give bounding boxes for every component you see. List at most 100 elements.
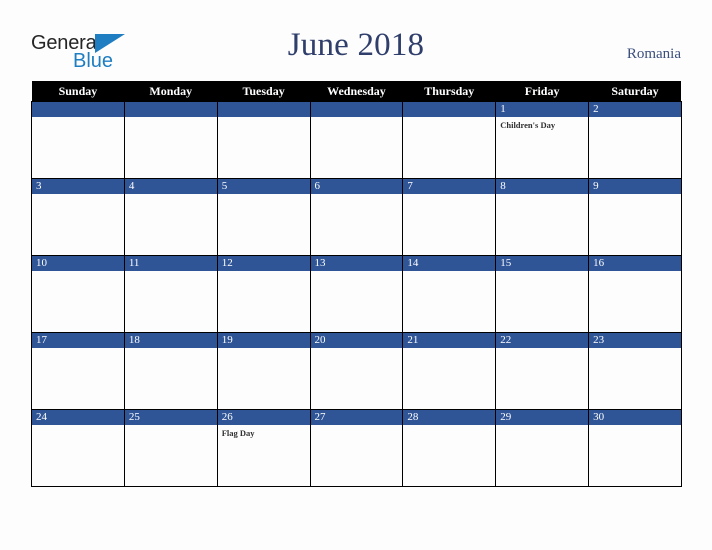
calendar-day-cell[interactable]: 28	[402, 409, 497, 487]
day-number: 9	[589, 179, 681, 194]
calendar-empty-cell	[216, 101, 311, 179]
day-number: 2	[589, 102, 681, 117]
day-number: 14	[403, 256, 496, 271]
calendar-week-row: 3456789	[31, 178, 682, 256]
day-number	[217, 102, 310, 117]
day-number: 30	[589, 410, 681, 425]
day-events	[403, 348, 495, 409]
day-events	[32, 348, 124, 409]
day-events	[311, 194, 403, 255]
day-events	[32, 425, 124, 486]
day-events	[311, 348, 403, 409]
event-label: Flag Day	[221, 428, 255, 438]
day-number: 29	[496, 410, 589, 425]
weekday-header-sunday: Sunday	[31, 81, 125, 102]
calendar-day-cell[interactable]: 25	[123, 409, 218, 487]
day-events	[496, 425, 588, 486]
calendar-day-cell[interactable]: 17	[31, 332, 125, 410]
calendar-day-cell[interactable]: 19	[216, 332, 311, 410]
weekday-header-monday: Monday	[124, 81, 218, 102]
weekday-header-saturday: Saturday	[588, 81, 682, 102]
day-events	[218, 117, 310, 178]
day-events	[32, 117, 124, 178]
day-events	[589, 194, 681, 255]
day-events	[589, 348, 681, 409]
day-events	[125, 425, 217, 486]
day-number	[32, 102, 124, 117]
day-events: Children's Day	[496, 117, 588, 178]
calendar-day-cell[interactable]: 4	[123, 178, 218, 256]
day-number: 18	[124, 333, 217, 348]
day-events	[403, 194, 495, 255]
day-number: 23	[589, 333, 681, 348]
day-events	[403, 425, 495, 486]
day-number: 22	[496, 333, 589, 348]
calendar-day-cell[interactable]: 23	[588, 332, 682, 410]
day-events	[496, 271, 588, 332]
calendar-day-cell[interactable]: 8	[495, 178, 590, 256]
event-label: Children's Day	[500, 120, 556, 130]
day-events	[218, 271, 310, 332]
day-number: 20	[310, 333, 403, 348]
calendar-day-cell[interactable]: 20	[309, 332, 404, 410]
calendar-day-cell[interactable]: 30	[588, 409, 682, 487]
day-number: 25	[124, 410, 217, 425]
day-events	[311, 271, 403, 332]
day-number	[124, 102, 217, 117]
day-number: 4	[124, 179, 217, 194]
calendar-day-cell[interactable]: 3	[31, 178, 125, 256]
day-number: 16	[589, 256, 681, 271]
day-events	[496, 194, 588, 255]
calendar-day-cell[interactable]: 22	[495, 332, 590, 410]
calendar-day-cell[interactable]: 18	[123, 332, 218, 410]
calendar-day-cell[interactable]: 13	[309, 255, 404, 333]
calendar-day-cell[interactable]: 6	[309, 178, 404, 256]
calendar-empty-cell	[402, 101, 497, 179]
calendar-day-cell[interactable]: 9	[588, 178, 682, 256]
day-events	[589, 271, 681, 332]
day-number: 13	[310, 256, 403, 271]
calendar-day-cell[interactable]: 15	[495, 255, 590, 333]
calendar-empty-cell	[123, 101, 218, 179]
calendar-day-cell[interactable]: 12	[216, 255, 311, 333]
day-events	[589, 425, 681, 486]
calendar-day-cell[interactable]: 10	[31, 255, 125, 333]
page-title: June 2018	[287, 27, 425, 63]
day-number: 26	[217, 410, 310, 425]
calendar-day-cell[interactable]: 21	[402, 332, 497, 410]
calendar-day-cell[interactable]: 5	[216, 178, 311, 256]
country-label: Romania	[626, 46, 681, 62]
day-number: 19	[217, 333, 310, 348]
day-number: 15	[496, 256, 589, 271]
day-number: 12	[217, 256, 310, 271]
calendar-grid: Sunday Monday Tuesday Wednesday Thursday…	[31, 81, 682, 487]
day-number: 1	[496, 102, 589, 117]
day-number	[310, 102, 403, 117]
calendar-day-cell[interactable]: 29	[495, 409, 590, 487]
weekday-header-row: Sunday Monday Tuesday Wednesday Thursday…	[31, 81, 682, 102]
calendar-day-cell[interactable]: 27	[309, 409, 404, 487]
calendar-week-row: 1 Children's Day 2	[31, 101, 682, 179]
calendar-day-cell[interactable]: 7	[402, 178, 497, 256]
weekday-header-wednesday: Wednesday	[310, 81, 403, 102]
day-number: 10	[32, 256, 124, 271]
calendar-day-cell[interactable]: 24	[31, 409, 125, 487]
day-events	[311, 425, 403, 486]
calendar-week-row: 17 18 19 20 21 22 23	[31, 332, 682, 410]
day-number: 7	[403, 179, 496, 194]
calendar-day-cell[interactable]: 2	[588, 101, 682, 179]
day-number: 5	[217, 179, 310, 194]
calendar-day-cell[interactable]: 1 Children's Day	[495, 101, 590, 179]
calendar-day-cell[interactable]: 14	[402, 255, 497, 333]
day-events: Flag Day	[218, 425, 310, 486]
day-number: 21	[403, 333, 496, 348]
calendar-day-cell[interactable]: 16	[588, 255, 682, 333]
calendar-day-cell[interactable]: 11	[123, 255, 218, 333]
calendar-week-row: 10 11 12 13 14 15 16	[31, 255, 682, 333]
day-number: 27	[310, 410, 403, 425]
day-number: 6	[310, 179, 403, 194]
calendar-week-row: 24 25 26 Flag Day 27 28 29 30	[31, 409, 682, 487]
day-events	[125, 117, 217, 178]
calendar-day-cell[interactable]: 26 Flag Day	[216, 409, 311, 487]
day-events	[496, 348, 588, 409]
